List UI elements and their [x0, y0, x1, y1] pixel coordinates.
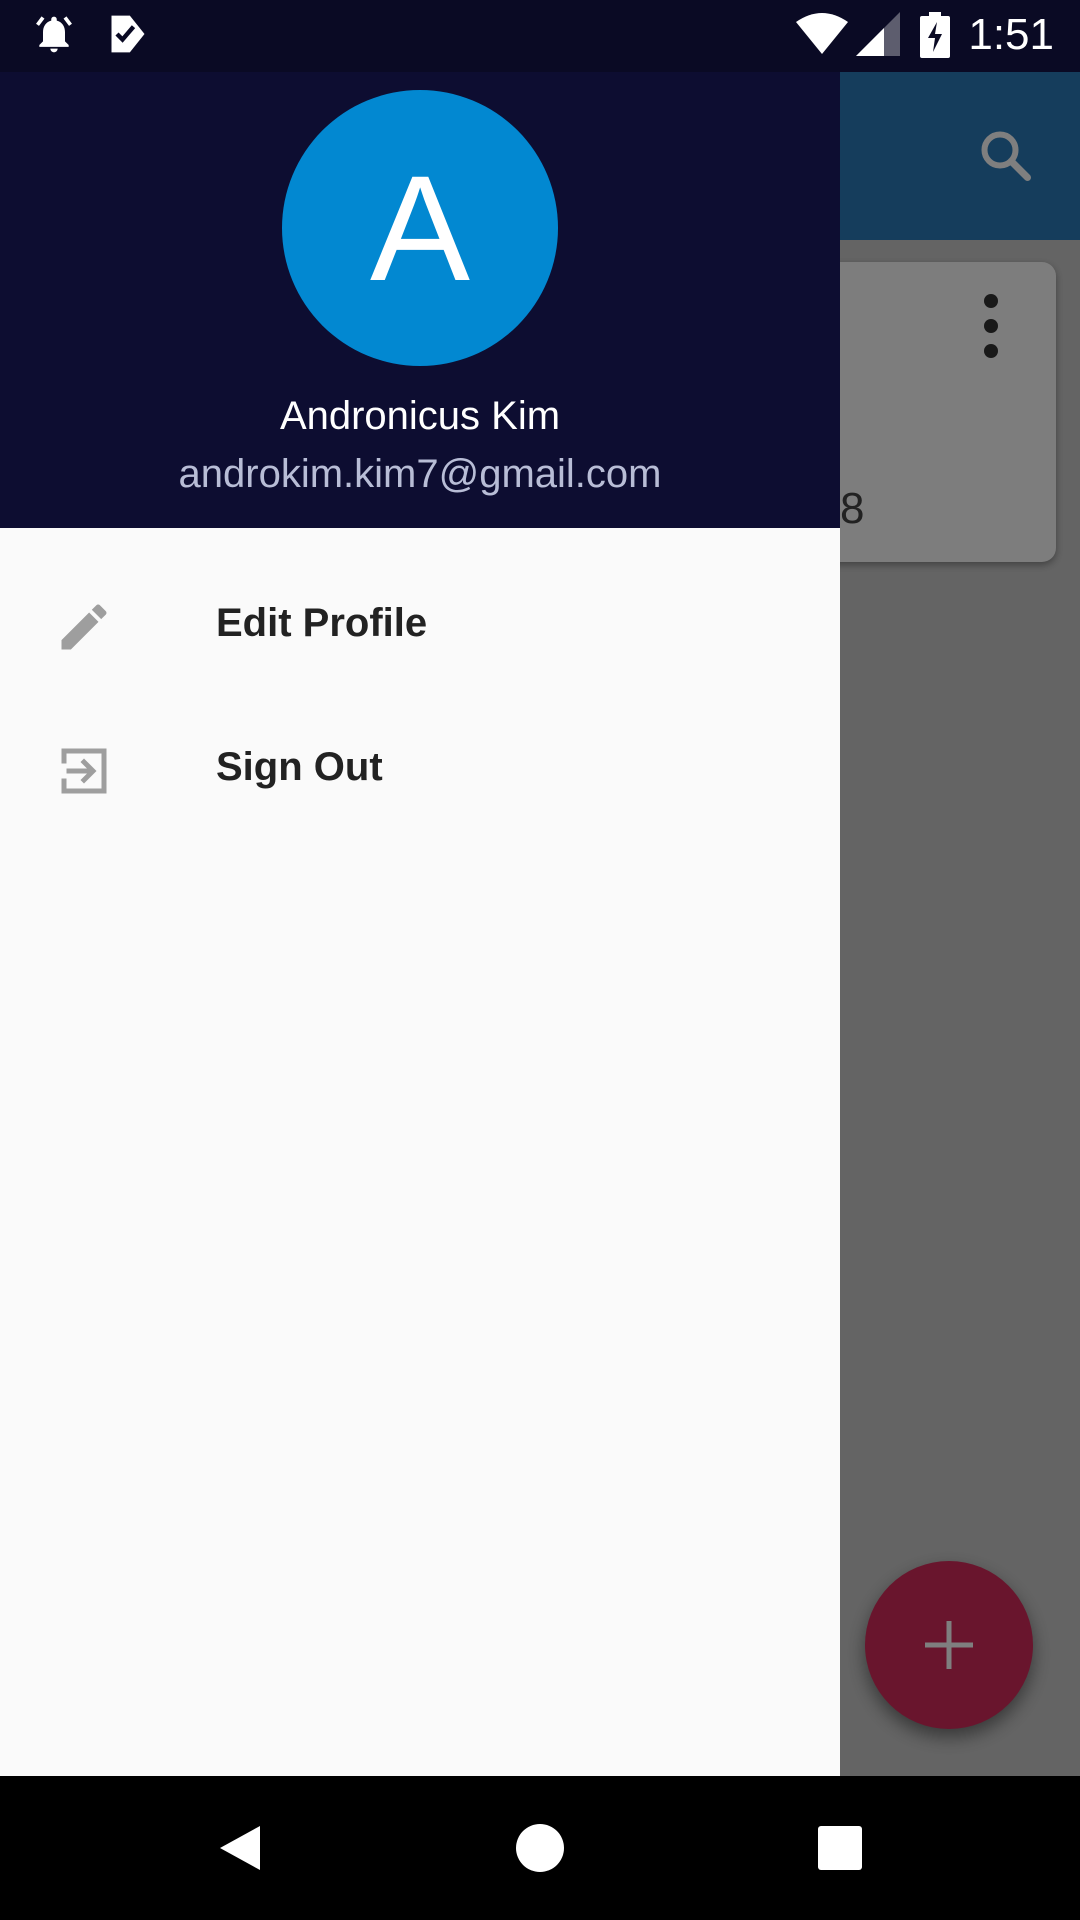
status-time: 1:51	[968, 10, 1054, 59]
home-button[interactable]	[468, 1776, 612, 1920]
menu-item-label: Sign Out	[216, 745, 383, 789]
status-bar: 1:51	[0, 0, 1080, 72]
exit-icon	[54, 741, 114, 801]
avatar[interactable]: A	[282, 90, 558, 366]
home-icon	[516, 1824, 564, 1872]
recents-icon	[818, 1826, 862, 1870]
user-name: Andronicus Kim	[279, 394, 561, 438]
task-check-icon	[106, 12, 150, 61]
alarm-icon	[32, 12, 76, 61]
battery-charging-icon	[920, 12, 950, 63]
back-icon	[220, 1826, 260, 1870]
wifi-icon	[796, 12, 848, 61]
recents-button[interactable]	[768, 1776, 912, 1920]
menu-item-sign-out[interactable]: Sign Out	[0, 697, 840, 841]
pencil-icon	[54, 597, 114, 657]
menu-item-edit-profile[interactable]: Edit Profile	[0, 553, 840, 697]
user-email: androkim.kim7@gmail.com	[178, 452, 662, 496]
drawer-header: A Andronicus Kim androkim.kim7@gmail.com	[0, 72, 840, 528]
menu-item-label: Edit Profile	[216, 601, 428, 645]
system-nav-bar	[0, 1776, 1080, 1920]
navigation-drawer: A Andronicus Kim androkim.kim7@gmail.com…	[0, 72, 840, 1776]
signal-icon	[856, 12, 900, 61]
back-button[interactable]	[168, 1776, 312, 1920]
